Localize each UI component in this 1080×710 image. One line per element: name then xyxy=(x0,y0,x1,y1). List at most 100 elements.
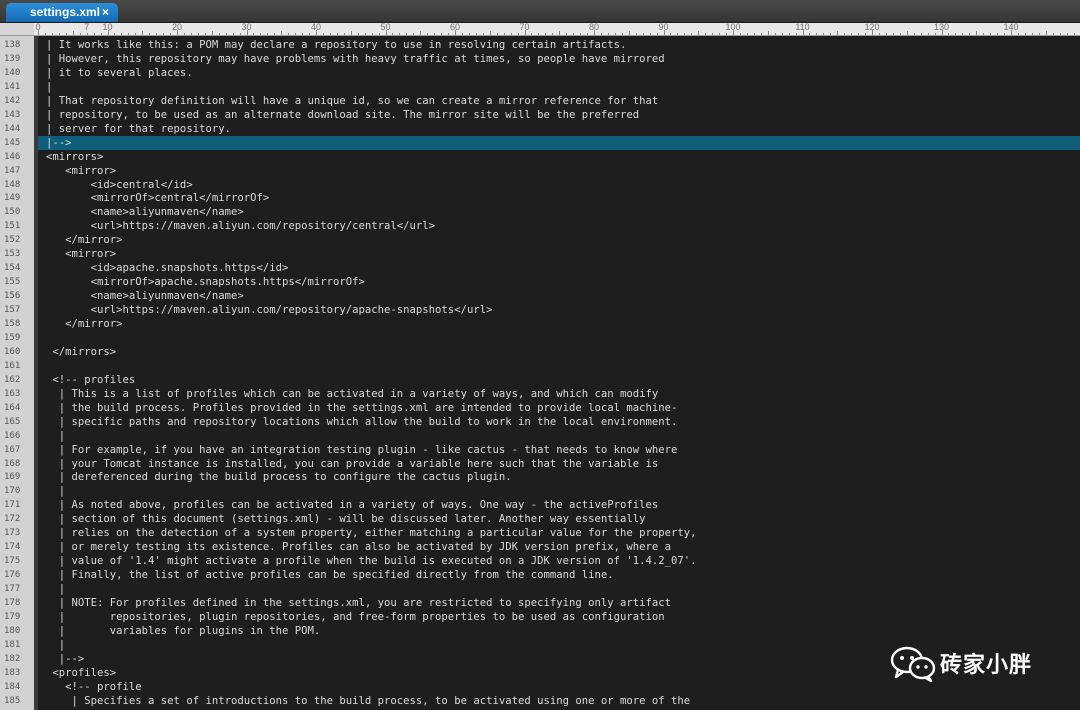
ruler-tick xyxy=(517,33,519,35)
line-number: 167 xyxy=(4,444,21,455)
ruler-tick xyxy=(455,30,456,35)
ruler-tick xyxy=(767,31,769,35)
code-line[interactable]: | As noted above, profiles can be activa… xyxy=(38,498,1080,512)
ruler-tick xyxy=(121,33,123,35)
code-line[interactable] xyxy=(38,359,1080,373)
ruler-tick xyxy=(614,33,616,35)
ruler-tick xyxy=(524,30,526,35)
ruler-tick xyxy=(538,33,540,35)
code-line[interactable]: <!-- profiles xyxy=(38,373,1080,387)
ruler-tick xyxy=(1066,33,1068,35)
tab-title: settings.xml xyxy=(30,5,101,19)
ruler-tick xyxy=(107,30,109,35)
ruler-tick xyxy=(142,31,144,35)
code-line[interactable]: <mirrorOf>central</mirrorOf> xyxy=(38,191,1080,205)
line-number: 148 xyxy=(4,179,21,190)
code-line[interactable]: <url>https://maven.aliyun.com/repository… xyxy=(38,219,1080,233)
code-line[interactable]: <mirror> xyxy=(38,247,1080,261)
ruler-tick xyxy=(656,33,658,35)
ruler-tick xyxy=(378,33,380,35)
ruler-tick xyxy=(872,30,873,35)
line-number: 158 xyxy=(4,319,21,329)
line-number: 159 xyxy=(4,332,21,343)
ruler-tick xyxy=(788,33,790,35)
tab-settings-xml[interactable]: settings.xml × xyxy=(6,3,118,22)
ruler-tick xyxy=(865,33,867,35)
code-line[interactable]: | the build process. Profiles provided i… xyxy=(38,401,1080,415)
code-line[interactable]: | Specifies a set of introductions to th… xyxy=(38,694,1080,708)
code-line[interactable]: | repository, to be used as an alternate… xyxy=(38,108,1080,122)
code-line[interactable]: </mirrors> xyxy=(38,345,1080,359)
ruler-tick xyxy=(489,31,491,35)
code-line[interactable]: | That repository definition will have a… xyxy=(38,94,1080,108)
ruler-tick xyxy=(739,33,741,35)
code-line[interactable]: | It works like this: a POM may declare … xyxy=(38,38,1080,52)
code-line[interactable]: | variables for plugins in the POM. xyxy=(38,624,1080,638)
ruler-tick xyxy=(170,33,172,35)
code-line[interactable]: | xyxy=(38,582,1080,596)
ruler-tick xyxy=(128,33,130,35)
line-number: 181 xyxy=(4,639,21,650)
code-line[interactable]: | xyxy=(38,80,1080,94)
ruler-tick xyxy=(1031,33,1033,35)
ruler-tick xyxy=(594,30,595,35)
code-line[interactable]: | specific paths and repository location… xyxy=(38,415,1080,429)
code-line[interactable]: | relies on the detection of a system pr… xyxy=(38,526,1080,540)
code-line[interactable]: | xyxy=(38,429,1080,443)
code-line[interactable]: | xyxy=(38,484,1080,498)
line-number: 174 xyxy=(4,542,21,553)
line-number: 153 xyxy=(4,249,21,260)
ruler-tick xyxy=(218,33,220,35)
ruler-tick xyxy=(38,30,39,35)
code-line[interactable]: <id>apache.snapshots.https</id> xyxy=(38,261,1080,275)
watermark-text: 砖家小胖 xyxy=(940,653,1033,678)
code-line[interactable]: | value of '1.4' might activate a profil… xyxy=(38,554,1080,568)
line-number: 144 xyxy=(4,123,21,134)
current-line[interactable]: |--> xyxy=(38,135,1080,150)
ruler-tick xyxy=(281,31,283,35)
code-line[interactable]: | your Tomcat instance is installed, you… xyxy=(38,457,1080,471)
ruler-tick xyxy=(267,33,269,35)
code-line[interactable]: </mirror> xyxy=(38,317,1080,331)
code-line[interactable]: | dereferenced during the build process … xyxy=(38,470,1080,484)
code-line[interactable]: <mirrorOf>apache.snapshots.https</mirror… xyxy=(38,275,1080,289)
ruler-tick xyxy=(802,30,804,35)
ruler-tick xyxy=(892,33,894,35)
ruler-tick xyxy=(733,30,734,35)
ruler-tick xyxy=(746,33,748,35)
code-line[interactable]: | it to several places. xyxy=(38,66,1080,80)
ruler-tick xyxy=(204,33,206,35)
code-line[interactable]: <name>aliyunmaven</name> xyxy=(38,205,1080,219)
code-line[interactable]: | For example, if you have an integratio… xyxy=(38,443,1080,457)
ruler-tick xyxy=(434,33,436,35)
ruler-tick xyxy=(663,30,665,35)
ruler-tick xyxy=(1059,33,1061,35)
code-line[interactable]: <mirror> xyxy=(38,164,1080,178)
code-line[interactable]: | server for that repository. xyxy=(38,122,1080,136)
code-line[interactable]: <name>aliyunmaven</name> xyxy=(38,289,1080,303)
code-line[interactable]: | However, this repository may have prob… xyxy=(38,52,1080,66)
ruler-tick xyxy=(899,33,901,35)
line-number: 170 xyxy=(4,486,21,497)
code-line[interactable]: <mirrors> xyxy=(38,150,1080,164)
ruler-tick xyxy=(392,33,394,35)
code-line[interactable] xyxy=(38,331,1080,345)
line-number: 178 xyxy=(4,598,21,608)
code-line[interactable]: <url>https://maven.aliyun.com/repository… xyxy=(38,303,1080,317)
code-area[interactable]: | It works like this: a POM may declare … xyxy=(38,36,1080,710)
ruler-tick xyxy=(677,33,679,35)
code-line[interactable]: <id>central</id> xyxy=(38,178,1080,192)
line-number: 161 xyxy=(4,360,21,371)
code-line[interactable]: | This is a list of profiles which can b… xyxy=(38,387,1080,401)
code-line[interactable]: | section of this document (settings.xml… xyxy=(38,512,1080,526)
code-line[interactable]: | Finally, the list of active profiles c… xyxy=(38,568,1080,582)
line-number: 185 xyxy=(4,695,21,706)
code-line[interactable]: | or merely testing its existence. Profi… xyxy=(38,540,1080,554)
code-line[interactable]: | NOTE: For profiles defined in the sett… xyxy=(38,596,1080,610)
ruler-tick xyxy=(316,30,317,35)
close-icon[interactable]: × xyxy=(102,3,109,22)
ruler-tick xyxy=(253,33,255,35)
code-line[interactable]: </mirror> xyxy=(38,233,1080,247)
code-line[interactable]: | repositories, plugin repositories, and… xyxy=(38,610,1080,624)
ruler-tick xyxy=(559,31,561,35)
